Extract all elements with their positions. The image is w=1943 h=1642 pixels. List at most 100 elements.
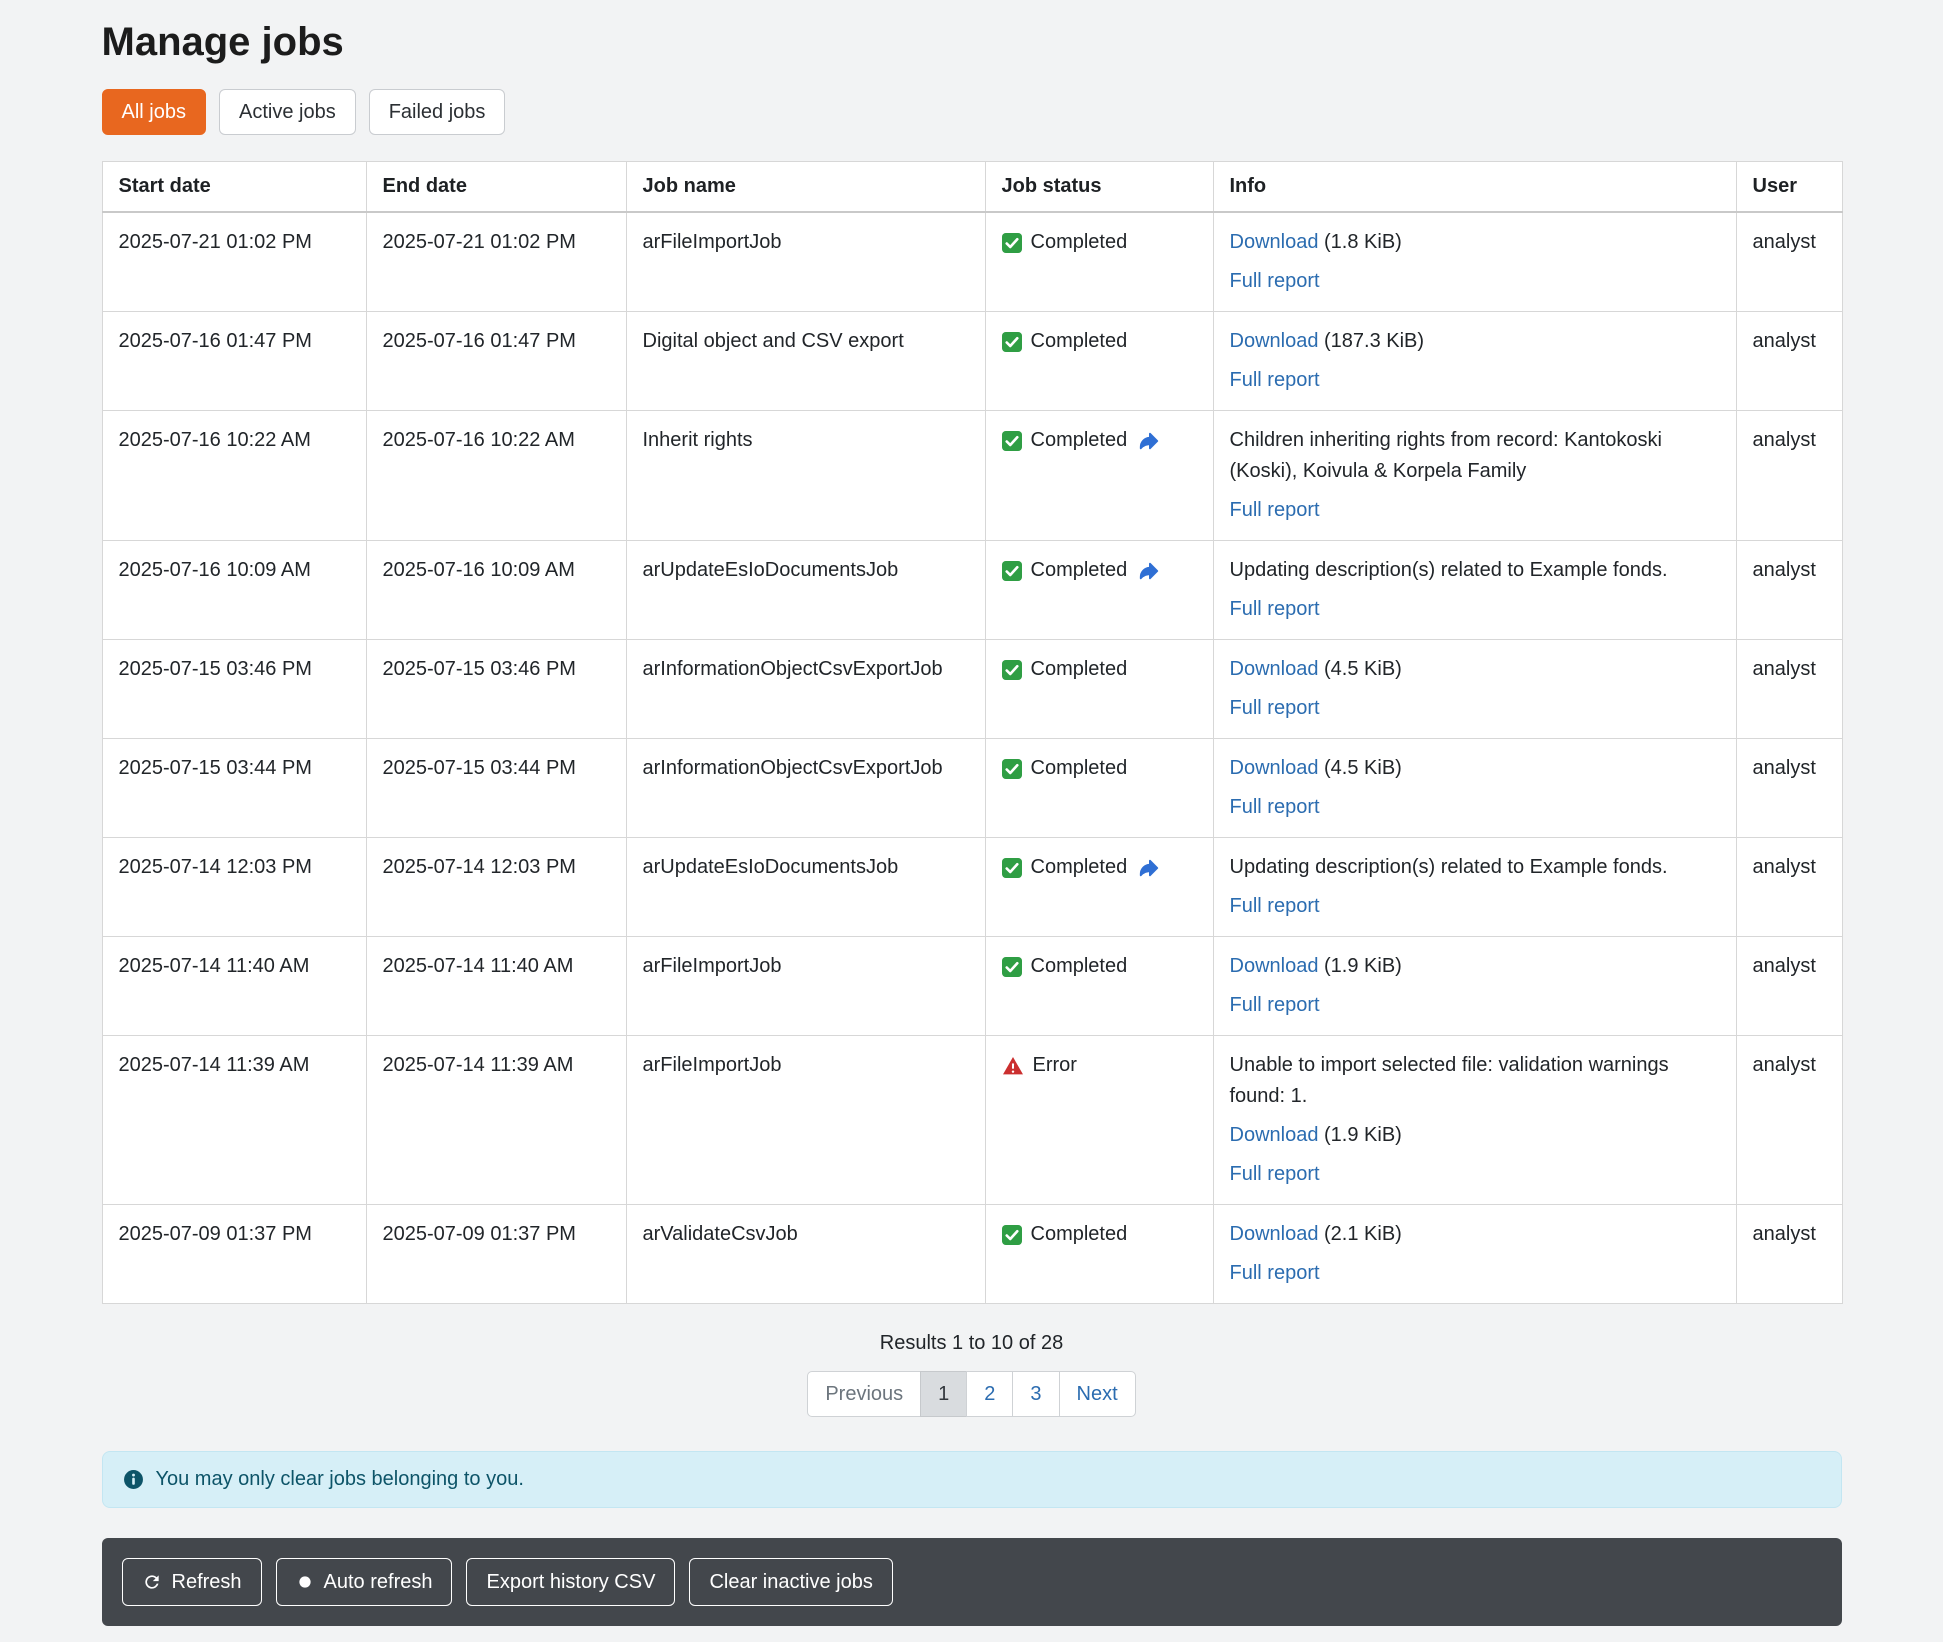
share-arrow-icon bbox=[1138, 857, 1160, 879]
full-report-link[interactable]: Full report bbox=[1230, 697, 1320, 719]
export-history-csv-label: Export history CSV bbox=[486, 1569, 655, 1595]
download-link[interactable]: Download bbox=[1230, 955, 1319, 977]
info-cell: Updating description(s) related to Examp… bbox=[1213, 838, 1736, 937]
info-icon bbox=[123, 1469, 144, 1490]
download-line: Download (2.1 KiB) bbox=[1230, 1219, 1720, 1250]
pagination-page-1[interactable]: 1 bbox=[920, 1371, 967, 1417]
download-link[interactable]: Download bbox=[1230, 757, 1319, 779]
job-name-cell: arUpdateEsIoDocumentsJob bbox=[626, 838, 985, 937]
full-report-line: Full report bbox=[1230, 495, 1720, 526]
table-row: 2025-07-15 03:44 PM 2025-07-15 03:44 PM … bbox=[102, 739, 1842, 838]
download-line: Download (4.5 KiB) bbox=[1230, 753, 1720, 784]
job-status-cell: Completed bbox=[985, 937, 1213, 1036]
filter-all-jobs-button[interactable]: All jobs bbox=[102, 89, 206, 135]
download-link[interactable]: Download bbox=[1230, 330, 1319, 352]
info-text: Updating description(s) related to Examp… bbox=[1230, 852, 1720, 883]
refresh-icon bbox=[142, 1572, 162, 1592]
end-date-cell: 2025-07-15 03:46 PM bbox=[366, 640, 626, 739]
header-info: Info bbox=[1213, 162, 1736, 213]
user-cell: analyst bbox=[1736, 411, 1842, 541]
filter-active-jobs-button[interactable]: Active jobs bbox=[219, 89, 356, 135]
filter-failed-jobs-button[interactable]: Failed jobs bbox=[369, 89, 506, 135]
info-text: Updating description(s) related to Examp… bbox=[1230, 555, 1720, 586]
info-cell: Download (2.1 KiB) Full report bbox=[1213, 1205, 1736, 1304]
end-date-cell: 2025-07-14 11:39 AM bbox=[366, 1036, 626, 1205]
clear-inactive-jobs-label: Clear inactive jobs bbox=[709, 1569, 872, 1595]
download-link[interactable]: Download bbox=[1230, 1124, 1319, 1146]
start-date-cell: 2025-07-09 01:37 PM bbox=[102, 1205, 366, 1304]
full-report-line: Full report bbox=[1230, 792, 1720, 823]
completed-check-icon bbox=[1002, 233, 1022, 253]
table-row: 2025-07-14 11:39 AM 2025-07-14 11:39 AM … bbox=[102, 1036, 1842, 1205]
auto-refresh-button-label: Auto refresh bbox=[324, 1569, 433, 1595]
user-cell: analyst bbox=[1736, 937, 1842, 1036]
end-date-cell: 2025-07-14 11:40 AM bbox=[366, 937, 626, 1036]
full-report-link[interactable]: Full report bbox=[1230, 369, 1320, 391]
completed-check-icon bbox=[1002, 759, 1022, 779]
pagination: Previous 1 2 3 Next bbox=[102, 1371, 1842, 1417]
status-label: Completed bbox=[1031, 852, 1128, 883]
refresh-button[interactable]: Refresh bbox=[122, 1558, 262, 1606]
full-report-link[interactable]: Full report bbox=[1230, 499, 1320, 521]
info-cell: Download (1.8 KiB) Full report bbox=[1213, 212, 1736, 312]
info-cell: Download (187.3 KiB) Full report bbox=[1213, 312, 1736, 411]
full-report-link[interactable]: Full report bbox=[1230, 796, 1320, 818]
full-report-link[interactable]: Full report bbox=[1230, 1163, 1320, 1185]
download-line: Download (4.5 KiB) bbox=[1230, 654, 1720, 685]
user-cell: analyst bbox=[1736, 1036, 1842, 1205]
status-label: Completed bbox=[1031, 326, 1128, 357]
info-cell: Download (4.5 KiB) Full report bbox=[1213, 640, 1736, 739]
jobs-table-header: Start date End date Job name Job status … bbox=[102, 162, 1842, 213]
job-status-cell: Error bbox=[985, 1036, 1213, 1205]
end-date-cell: 2025-07-16 10:09 AM bbox=[366, 541, 626, 640]
jobs-table: Start date End date Job name Job status … bbox=[102, 161, 1843, 1304]
full-report-link[interactable]: Full report bbox=[1230, 270, 1320, 292]
info-cell: Updating description(s) related to Examp… bbox=[1213, 541, 1736, 640]
status-label: Completed bbox=[1031, 951, 1128, 982]
download-link[interactable]: Download bbox=[1230, 231, 1319, 253]
download-link[interactable]: Download bbox=[1230, 658, 1319, 680]
job-status-cell: Completed bbox=[985, 838, 1213, 937]
job-status-cell: Completed bbox=[985, 411, 1213, 541]
table-row: 2025-07-16 10:22 AM 2025-07-16 10:22 AM … bbox=[102, 411, 1842, 541]
header-end-date: End date bbox=[366, 162, 626, 213]
status-label: Error bbox=[1033, 1050, 1077, 1081]
pagination-next[interactable]: Next bbox=[1059, 1371, 1136, 1417]
status-label: Completed bbox=[1031, 753, 1128, 784]
download-size: (1.9 KiB) bbox=[1318, 955, 1401, 977]
auto-refresh-button[interactable]: Auto refresh bbox=[276, 1558, 453, 1606]
full-report-link[interactable]: Full report bbox=[1230, 895, 1320, 917]
full-report-link[interactable]: Full report bbox=[1230, 1262, 1320, 1284]
export-history-csv-button[interactable]: Export history CSV bbox=[466, 1558, 675, 1606]
start-date-cell: 2025-07-14 11:40 AM bbox=[102, 937, 366, 1036]
info-alert: You may only clear jobs belonging to you… bbox=[102, 1451, 1842, 1508]
end-date-cell: 2025-07-16 01:47 PM bbox=[366, 312, 626, 411]
auto-refresh-circle-icon bbox=[296, 1573, 314, 1591]
download-link[interactable]: Download bbox=[1230, 1223, 1319, 1245]
completed-check-icon bbox=[1002, 431, 1022, 451]
download-size: (1.8 KiB) bbox=[1318, 231, 1401, 253]
job-status-cell: Completed bbox=[985, 1205, 1213, 1304]
full-report-link[interactable]: Full report bbox=[1230, 598, 1320, 620]
job-name-cell: Inherit rights bbox=[626, 411, 985, 541]
job-name-cell: arFileImportJob bbox=[626, 212, 985, 312]
download-line: Download (1.8 KiB) bbox=[1230, 227, 1720, 258]
start-date-cell: 2025-07-14 12:03 PM bbox=[102, 838, 366, 937]
table-row: 2025-07-14 12:03 PM 2025-07-14 12:03 PM … bbox=[102, 838, 1842, 937]
start-date-cell: 2025-07-16 10:22 AM bbox=[102, 411, 366, 541]
job-name-cell: Digital object and CSV export bbox=[626, 312, 985, 411]
pagination-page-3[interactable]: 3 bbox=[1012, 1371, 1059, 1417]
pagination-page-2[interactable]: 2 bbox=[966, 1371, 1013, 1417]
user-cell: analyst bbox=[1736, 212, 1842, 312]
info-cell: Download (4.5 KiB) Full report bbox=[1213, 739, 1736, 838]
clear-inactive-jobs-button[interactable]: Clear inactive jobs bbox=[689, 1558, 892, 1606]
job-status-cell: Completed bbox=[985, 212, 1213, 312]
end-date-cell: 2025-07-14 12:03 PM bbox=[366, 838, 626, 937]
job-status-cell: Completed bbox=[985, 739, 1213, 838]
full-report-line: Full report bbox=[1230, 1258, 1720, 1289]
full-report-line: Full report bbox=[1230, 990, 1720, 1021]
pagination-previous[interactable]: Previous bbox=[807, 1371, 921, 1417]
full-report-link[interactable]: Full report bbox=[1230, 994, 1320, 1016]
end-date-cell: 2025-07-16 10:22 AM bbox=[366, 411, 626, 541]
user-cell: analyst bbox=[1736, 1205, 1842, 1304]
